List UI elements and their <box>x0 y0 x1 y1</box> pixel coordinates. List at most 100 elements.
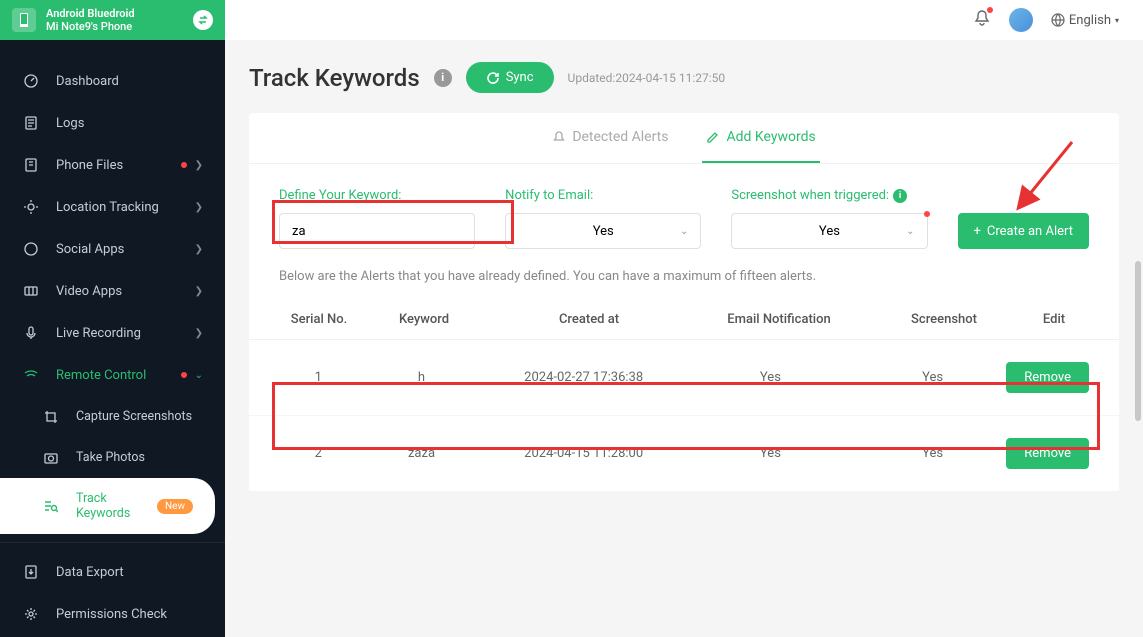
define-keyword-label: Define Your Keyword: <box>279 188 475 203</box>
sidebar-item-label: Track Keywords <box>76 491 149 521</box>
sidebar-item-screenshots[interactable]: Capture Screenshots <box>0 396 225 437</box>
main-content: Track Keywords i Sync Updated:2024-04-15… <box>225 40 1143 637</box>
chevron-right-icon: ❯ <box>195 244 203 255</box>
plus-icon: + <box>974 224 981 239</box>
updated-text: Updated:2024-04-15 11:27:50 <box>568 71 726 85</box>
table-row: 1 h 2024-02-27 17:36:38 Yes Yes Remove <box>249 340 1119 416</box>
sidebar-header: Android Bluedroid Mi Note9's Phone <box>0 0 225 40</box>
gear-icon <box>22 606 40 622</box>
notify-email-select[interactable]: Yes ⌄ <box>505 213 701 249</box>
alert-icon <box>552 130 566 144</box>
sidebar-item-live[interactable]: Live Recording ❯ <box>0 312 225 354</box>
camera-icon <box>42 451 60 465</box>
info-icon[interactable]: i <box>893 189 907 203</box>
globe-icon <box>1051 13 1065 27</box>
sidebar-item-label: Video Apps <box>56 284 195 299</box>
sidebar-item-video[interactable]: Video Apps ❯ <box>0 270 225 312</box>
select-value: Yes <box>819 224 840 239</box>
table-header: Serial No. Keyword Created at Email Noti… <box>249 300 1119 340</box>
th-created: Created at <box>489 312 689 327</box>
keyword-input[interactable] <box>279 213 475 249</box>
device-info: Android Bluedroid Mi Note9's Phone <box>46 7 193 33</box>
sidebar-item-phone-files[interactable]: Phone Files ❯ <box>0 144 225 186</box>
chevron-right-icon: ❯ <box>195 328 203 339</box>
remove-button[interactable]: Remove <box>1006 438 1089 469</box>
chevron-right-icon: ❯ <box>195 286 203 297</box>
cell-email: Yes <box>682 370 859 385</box>
file-icon <box>22 115 40 131</box>
cell-keyword: zaza <box>358 446 486 461</box>
create-label: Create an Alert <box>987 224 1073 239</box>
chevron-down-icon: ⌄ <box>906 226 914 237</box>
notifications-button[interactable] <box>973 9 991 31</box>
th-edit: Edit <box>1019 312 1089 327</box>
language-selector[interactable]: English ▾ <box>1051 13 1119 28</box>
sidebar-item-label: Live Recording <box>56 326 195 341</box>
chat-icon <box>22 241 40 257</box>
th-keyword: Keyword <box>359 312 489 327</box>
device-icon <box>12 8 36 32</box>
sidebar-item-label: Location Tracking <box>56 200 195 215</box>
screenshot-trigger-label: Screenshot when triggered: i <box>731 188 927 203</box>
tab-add-keywords[interactable]: Add Keywords <box>702 113 819 163</box>
card: Detected Alerts Add Keywords Define Your… <box>249 113 1119 492</box>
sidebar-item-keywords[interactable]: Track Keywords New <box>0 478 215 534</box>
cell-email: Yes <box>682 446 859 461</box>
screenshot-trigger-select[interactable]: Yes ⌄ <box>731 213 927 249</box>
chevron-right-icon: ❯ <box>195 160 203 171</box>
tab-label: Detected Alerts <box>572 129 668 145</box>
define-keyword-col: Define Your Keyword: <box>279 188 475 249</box>
cell-screenshot: Yes <box>859 370 1006 385</box>
chevron-right-icon: ❯ <box>195 202 203 213</box>
info-icon[interactable]: i <box>434 69 452 87</box>
tab-label: Add Keywords <box>726 129 815 145</box>
mic-icon <box>22 325 40 341</box>
form-row: Define Your Keyword: Notify to Email: Ye… <box>249 164 1119 269</box>
notification-dot <box>924 211 930 217</box>
cell-serial: 2 <box>279 446 358 461</box>
swap-icon[interactable] <box>193 10 213 30</box>
edit-icon <box>706 130 720 144</box>
device-name: Android Bluedroid <box>46 7 193 20</box>
notification-dot <box>181 162 187 168</box>
tab-detected-alerts[interactable]: Detected Alerts <box>548 113 672 163</box>
sync-label: Sync <box>506 70 534 85</box>
notify-email-label: Notify to Email: <box>505 188 701 203</box>
page-header: Track Keywords i Sync Updated:2024-04-15… <box>249 62 1119 93</box>
sidebar-item-label: Permissions Check <box>56 607 203 622</box>
cell-created: 2024-04-15 11:28:00 <box>485 446 682 461</box>
avatar[interactable] <box>1009 8 1033 32</box>
wifi-icon <box>22 367 40 383</box>
sidebar-item-remote[interactable]: Remote Control ⌄ <box>0 354 225 396</box>
tabs: Detected Alerts Add Keywords <box>249 113 1119 164</box>
sidebar-item-social[interactable]: Social Apps ❯ <box>0 228 225 270</box>
sidebar-item-export[interactable]: Data Export <box>0 551 225 593</box>
sidebar-item-permissions[interactable]: Permissions Check <box>0 593 225 635</box>
remove-button[interactable]: Remove <box>1006 362 1089 393</box>
notification-dot <box>987 7 993 13</box>
notification-dot <box>181 372 187 378</box>
language-label: English <box>1069 13 1111 28</box>
chevron-down-icon: ⌄ <box>680 226 688 237</box>
chevron-down-icon: ▾ <box>1115 16 1119 25</box>
page-title: Track Keywords <box>249 64 420 92</box>
sidebar-item-dashboard[interactable]: Dashboard <box>0 60 225 102</box>
sidebar-item-label: Data Export <box>56 565 203 580</box>
sidebar-item-logs[interactable]: Logs <box>0 102 225 144</box>
sidebar-item-label: Capture Screenshots <box>76 409 203 424</box>
chevron-down-icon: ⌄ <box>195 370 203 381</box>
create-alert-button[interactable]: + Create an Alert <box>958 213 1089 249</box>
sidebar-item-label: Remote Control <box>56 368 181 383</box>
scrollbar[interactable] <box>1135 46 1141 626</box>
select-value: Yes <box>593 224 614 239</box>
info-text: Below are the Alerts that you have alrea… <box>249 269 1119 300</box>
sidebar-item-label: Phone Files <box>56 158 181 173</box>
sidebar-item-location[interactable]: Location Tracking ❯ <box>0 186 225 228</box>
sidebar-item-photos[interactable]: Take Photos <box>0 437 225 478</box>
search-list-icon <box>42 499 60 513</box>
table-row: 2 zaza 2024-04-15 11:28:00 Yes Yes Remov… <box>249 416 1119 492</box>
scrollbar-thumb[interactable] <box>1135 261 1141 421</box>
location-icon <box>22 199 40 215</box>
th-screenshot: Screenshot <box>869 312 1019 327</box>
sync-button[interactable]: Sync <box>466 62 554 93</box>
